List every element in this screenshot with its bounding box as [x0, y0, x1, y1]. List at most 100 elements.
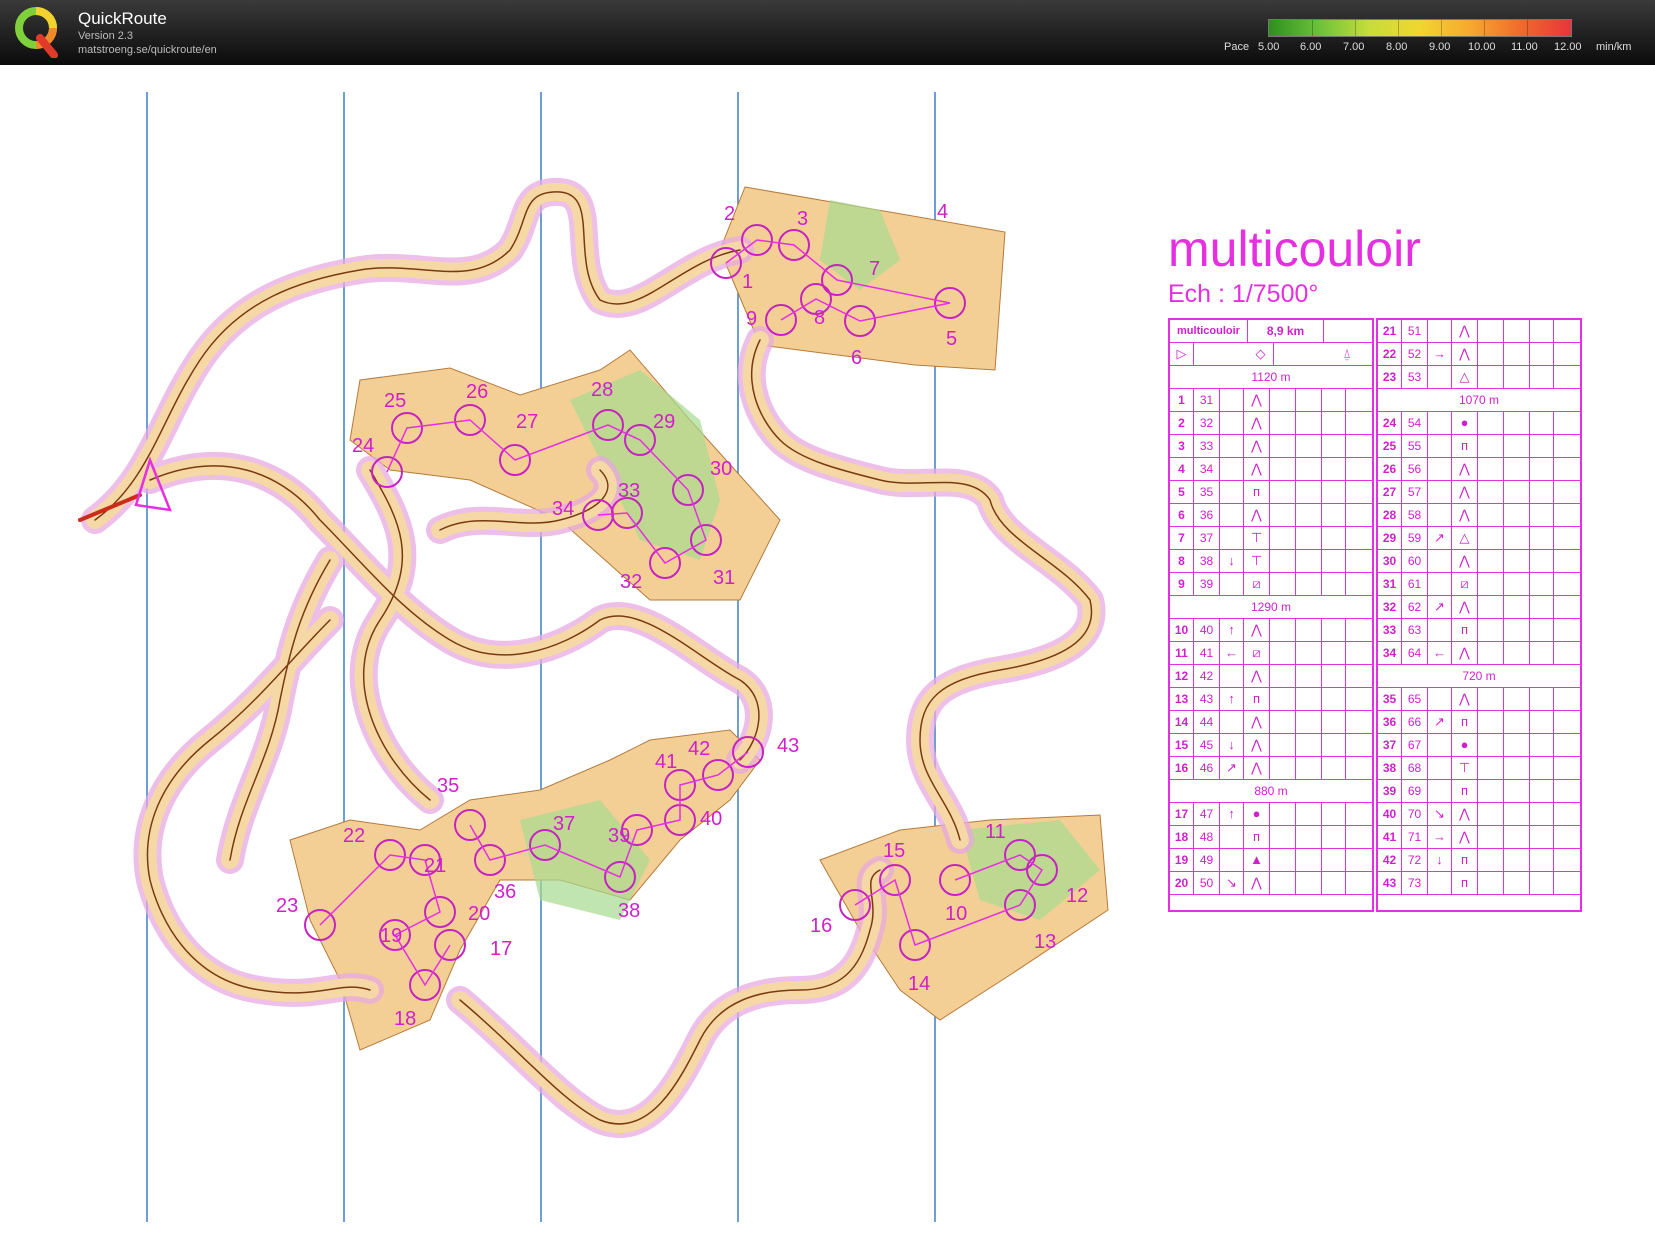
cd-control-row: 40 70 ↘ ⋀: [1378, 803, 1580, 826]
cd-control-number: 26: [1378, 458, 1402, 480]
map-patch: [289, 729, 761, 1051]
cd-control-code: 69: [1402, 780, 1428, 802]
cd-feature-symbol: ⋀: [1452, 481, 1478, 503]
cd-control-code: 41: [1194, 642, 1220, 664]
cd-control-number: 6: [1170, 504, 1194, 526]
cd-feature-symbol: ⋀: [1244, 665, 1270, 687]
cd-feature-symbol: ⋀: [1452, 343, 1478, 365]
control-number: 18: [394, 1008, 416, 1030]
cd-control-row: 14 44 ⋀: [1170, 711, 1372, 734]
cd-leg-row: 720 m: [1378, 665, 1580, 688]
control-number: 11: [985, 821, 1006, 843]
pace-divider: [1355, 20, 1356, 36]
cd-control-number: 38: [1378, 757, 1402, 779]
cd-control-number: 41: [1378, 826, 1402, 848]
cd-leg-row: 1120 m: [1170, 366, 1372, 389]
control-number: 22: [343, 825, 365, 847]
cd-control-number: 31: [1378, 573, 1402, 595]
cd-control-number: 10: [1170, 619, 1194, 641]
control-number: 27: [516, 411, 538, 433]
cd-control-number: 9: [1170, 573, 1194, 595]
cd-direction-symbol: ↘: [1428, 803, 1452, 825]
cd-control-row: 3 33 ⋀: [1170, 435, 1372, 458]
cd-control-code: 38: [1194, 550, 1220, 572]
app-url-link[interactable]: matstroeng.se/quickroute/en: [78, 44, 217, 56]
person-icon: ⍙: [1343, 346, 1351, 361]
cd-control-code: 31: [1194, 389, 1220, 411]
cd-control-row: 4 34 ⋀: [1170, 458, 1372, 481]
cd-feature-symbol: ⧄: [1244, 642, 1270, 664]
cd-control-code: 40: [1194, 619, 1220, 641]
cd-direction-symbol: ↗: [1220, 757, 1244, 779]
cd-direction-symbol: [1428, 757, 1452, 779]
cd-control-row: 2 32 ⋀: [1170, 412, 1372, 435]
control-number: 26: [466, 381, 488, 403]
cd-control-row: 28 58 ⋀: [1378, 504, 1580, 527]
cd-control-row: 15 45 ↓ ⋀: [1170, 734, 1372, 757]
control-number: 9: [746, 308, 757, 330]
course-title: multicouloir: [1168, 221, 1421, 277]
control-number: 24: [352, 435, 374, 457]
cd-control-row: 9 39 ⧄: [1170, 573, 1372, 596]
cd-control-row: 19 49 ▲: [1170, 849, 1372, 872]
cd-control-number: 13: [1170, 688, 1194, 710]
cd-control-row: 17 47 ↑ ●: [1170, 803, 1372, 826]
control-number: 1: [742, 271, 753, 293]
cd-control-number: 29: [1378, 527, 1402, 549]
control-number: 7: [869, 258, 880, 280]
control-number: 34: [552, 498, 574, 520]
cd-control-code: 49: [1194, 849, 1220, 871]
cd-control-row: 20 50 ↘ ⋀: [1170, 872, 1372, 895]
pace-divider: [1484, 20, 1485, 36]
cd-control-number: 3: [1170, 435, 1194, 457]
cd-control-number: 8: [1170, 550, 1194, 572]
cd-feature-symbol: ⋀: [1452, 596, 1478, 618]
control-number: 13: [1034, 931, 1056, 953]
cd-feature-symbol: ⋀: [1452, 458, 1478, 480]
cd-control-code: 36: [1194, 504, 1220, 526]
control-number: 38: [618, 900, 640, 922]
cd-control-row: 27 57 ⋀: [1378, 481, 1580, 504]
cd-control-row: 31 61 ⧄: [1378, 573, 1580, 596]
cd-control-number: 28: [1378, 504, 1402, 526]
cd-control-row: 38 68 ⊤: [1378, 757, 1580, 780]
cd-start-row: ▷ ◇ ⍙: [1170, 343, 1372, 366]
control-number: 2: [724, 203, 735, 225]
cd-control-row: 26 56 ⋀: [1378, 458, 1580, 481]
cd-control-code: 64: [1402, 642, 1428, 664]
start-triangle-icon: ▷: [1170, 343, 1194, 365]
cd-control-row: 42 72 ↓ ᴨ: [1378, 849, 1580, 872]
cd-control-row: 33 63 ᴨ: [1378, 619, 1580, 642]
cd-direction-symbol: [1428, 550, 1452, 572]
cd-control-code: 71: [1402, 826, 1428, 848]
leg-length: 1120 m: [1251, 370, 1291, 384]
cd-direction-symbol: [1428, 320, 1452, 342]
cd-feature-symbol: ⧄: [1244, 573, 1270, 595]
cd-control-number: 14: [1170, 711, 1194, 733]
pace-tick: 11.00: [1511, 41, 1538, 53]
cd-feature-symbol: ⋀: [1244, 458, 1270, 480]
cd-control-code: 65: [1402, 688, 1428, 710]
cd-feature-symbol: ⋀: [1452, 642, 1478, 664]
cd-control-code: 57: [1402, 481, 1428, 503]
cd-control-number: 21: [1378, 320, 1402, 342]
control-number: 19: [380, 925, 402, 947]
cd-feature-symbol: ᴨ: [1452, 849, 1478, 871]
cd-control-code: 54: [1402, 412, 1428, 434]
cd-direction-symbol: →: [1428, 826, 1452, 848]
cd-direction-symbol: [1428, 481, 1452, 503]
cd-control-number: 19: [1170, 849, 1194, 871]
cd-control-row: 8 38 ↓ ⊤: [1170, 550, 1372, 573]
cd-direction-symbol: ↗: [1428, 711, 1452, 733]
quickroute-logo-icon: [15, 7, 58, 58]
cd-feature-symbol: ⧄: [1452, 573, 1478, 595]
cd-direction-symbol: [1428, 573, 1452, 595]
cd-direction-symbol: [1220, 665, 1244, 687]
cd-control-row: 34 64 ← ⋀: [1378, 642, 1580, 665]
control-number: 3: [797, 208, 808, 230]
cd-control-code: 34: [1194, 458, 1220, 480]
cd-direction-symbol: [1220, 573, 1244, 595]
cd-feature-symbol: ᴨ: [1452, 435, 1478, 457]
cd-direction-symbol: ↓: [1220, 550, 1244, 572]
cd-feature-symbol: ⋀: [1244, 757, 1270, 779]
